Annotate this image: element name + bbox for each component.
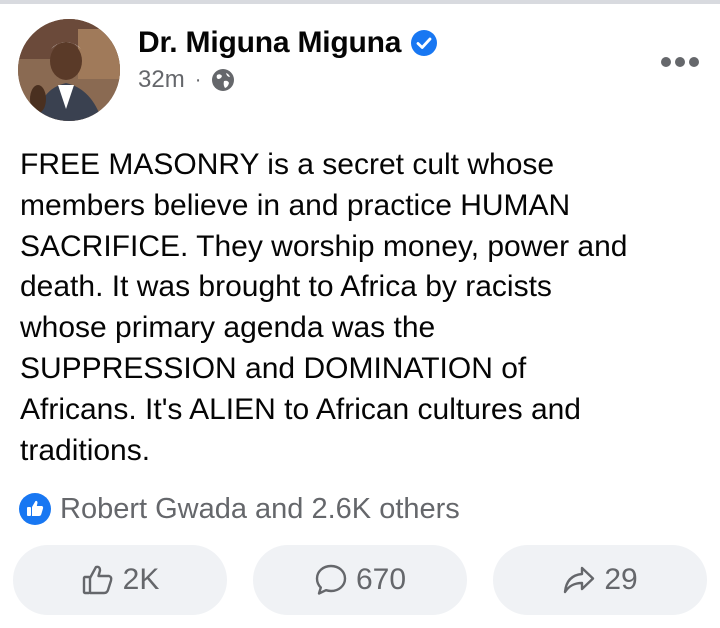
avatar[interactable]: [18, 19, 120, 121]
meta-separator: ·: [194, 68, 202, 91]
reactions-summary[interactable]: Robert Gwada and 2.6K others: [18, 492, 460, 526]
like-button[interactable]: 2K: [13, 545, 227, 615]
author-name[interactable]: Dr. Miguna Miguna: [138, 26, 401, 60]
reactions-text: Robert Gwada and 2.6K others: [60, 492, 460, 525]
thumbs-up-icon: [82, 565, 113, 595]
comment-bubble-icon: [315, 564, 347, 595]
globe-icon: [212, 69, 235, 91]
like-reaction-icon: [19, 493, 51, 525]
post-time[interactable]: 32m: [138, 66, 185, 94]
comment-button[interactable]: 670: [253, 545, 467, 615]
profile-photo: [18, 19, 120, 121]
verified-badge-icon: [411, 30, 438, 56]
share-arrow-icon: [564, 566, 595, 594]
like-count: 2K: [122, 563, 160, 596]
top-divider: [0, 0, 720, 4]
share-button[interactable]: 29: [493, 545, 707, 615]
more-options-icon[interactable]: [660, 56, 700, 68]
comment-count: 670: [355, 563, 407, 596]
post-text: FREE MASONRY is a secret cult whose memb…: [20, 148, 628, 467]
action-bar: 2K 670 29: [13, 545, 707, 615]
share-count: 29: [604, 563, 638, 596]
